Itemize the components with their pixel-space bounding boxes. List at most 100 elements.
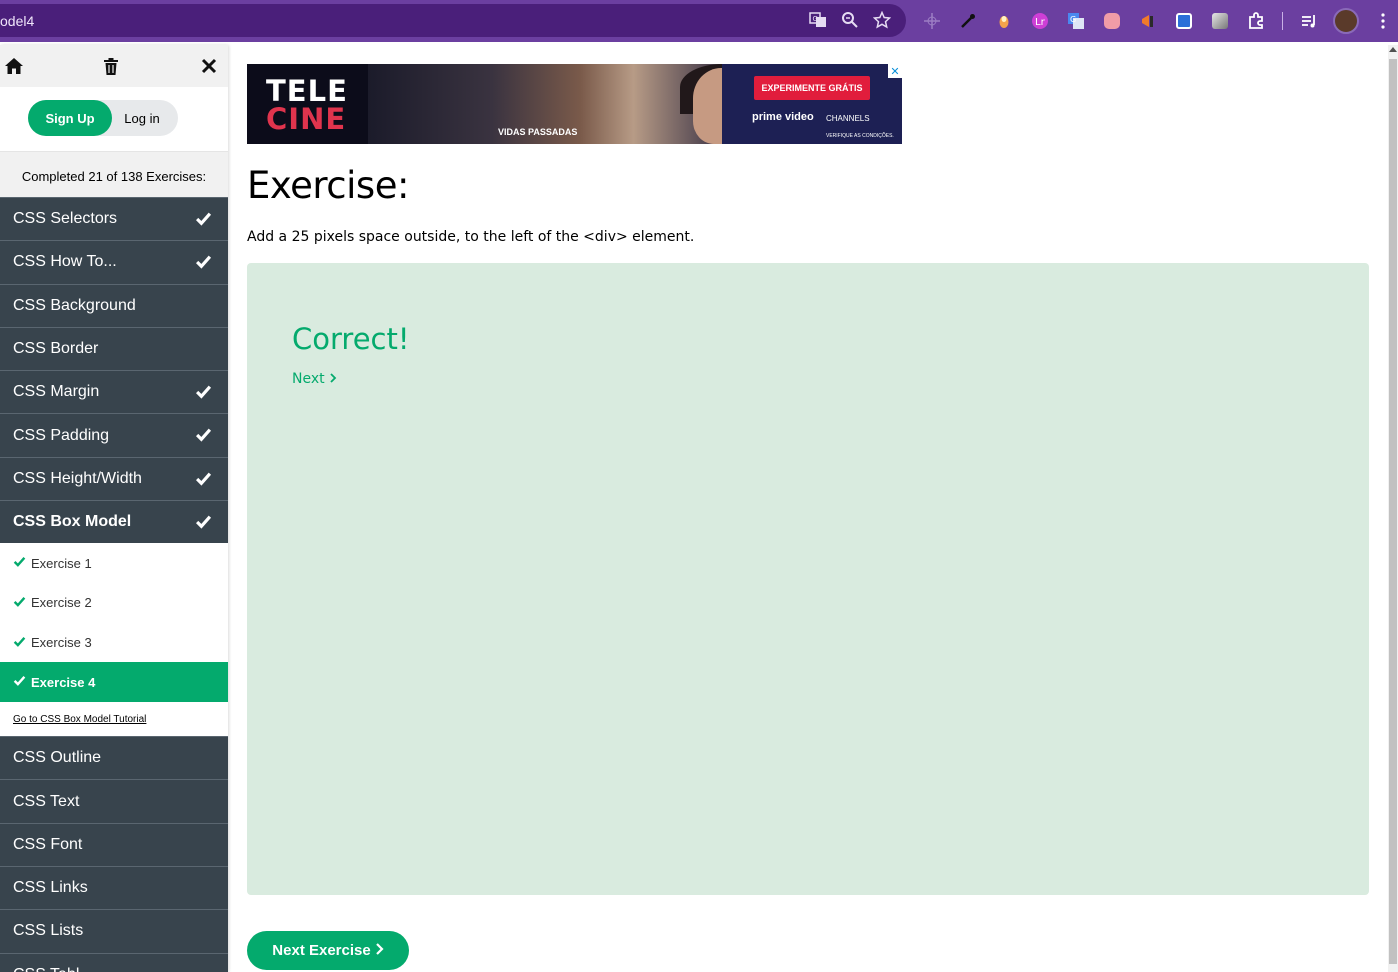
extension-crosshair-icon[interactable] [920,9,944,33]
eyedropper-icon[interactable] [956,9,980,33]
next-link[interactable]: Next [292,371,337,387]
checkmark-icon [195,383,212,405]
sidebar-item-label: CSS Tabl [13,966,79,972]
sidebar-item-label: CSS Height/Width [13,469,142,487]
sign-up-button[interactable]: Sign Up [28,100,112,136]
zoom-icon[interactable] [840,10,860,30]
checkmark-icon [13,595,26,611]
correct-message: Correct! [292,322,410,356]
sidebar-exercise-label: Exercise 2 [31,595,92,611]
sidebar-exercise-2[interactable]: Exercise 2 [0,583,228,623]
sidebar-item-css-margin[interactable]: CSS Margin [0,370,228,414]
checkmark-icon [13,635,26,651]
ad-caption: VIDAS PASSADAS [498,127,578,137]
profile-avatar[interactable] [1333,8,1359,34]
sidebar-item-label: CSS Lists [13,922,84,940]
browser-toolbar: odel4 G Lr G [0,0,1398,42]
sidebar-item-label: CSS Background [13,296,136,314]
page-scrollbar[interactable] [1388,45,1398,972]
sidebar-item-css-tabl[interactable]: CSS Tabl [0,952,228,972]
completed-count: Completed 21 of 138 Exercises: [0,151,228,197]
sidebar-exercise-label: Exercise 4 [31,674,96,690]
checkmark-icon [13,674,26,690]
ad-cta-button[interactable]: EXPERIMENTE GRÁTIS [754,76,870,100]
sidebar-item-css-links[interactable]: CSS Links [0,866,228,910]
sidebar-item-label: CSS Links [13,879,88,897]
checkmark-icon [195,470,212,492]
sidebar-item-css-outline[interactable]: CSS Outline [0,736,228,780]
ad-verify-text: VERIFIQUE AS CONDIÇÕES. [826,133,894,139]
close-icon[interactable] [197,54,221,78]
translate-icon[interactable]: G [808,10,828,30]
sidebar-item-css-background[interactable]: CSS Background [0,283,228,327]
checkmark-icon [13,555,26,571]
sidebar-exercise-4[interactable]: Exercise 4 [0,662,228,703]
ad-channels-text: CHANNELS [826,114,870,123]
next-exercise-button[interactable]: Next Exercise [247,931,409,970]
sidebar-exercise-3[interactable]: Exercise 3 [0,622,228,663]
sidebar-exercise-1[interactable]: Exercise 1 [0,543,228,584]
svg-text:Lr: Lr [1035,17,1046,28]
sidebar-item-label: CSS Padding [13,426,110,444]
sidebar-item-css-border[interactable]: CSS Border [0,326,228,371]
ad-prime-text: prime video [752,111,814,123]
advertisement-banner[interactable]: TELE CINE VIDAS PASSADAS EXPERIMENTE GRÁ… [247,64,902,144]
next-link-label: Next [292,371,325,387]
exercise-sidebar: Sign Up Log in Completed 21 of 138 Exerc… [0,45,228,972]
scroll-thumb[interactable] [1389,59,1397,964]
svg-text:G: G [813,15,818,23]
home-icon[interactable] [2,54,26,78]
sidebar-item-label: CSS How To... [13,253,117,271]
exercise-description: Add a 25 pixels space outside, to the le… [247,229,695,245]
sidebar-item-css-box-model[interactable]: CSS Box Model [0,500,228,544]
sidebar-item-label: CSS Outline [13,749,102,767]
sidebar-item-label: CSS Selectors [13,210,118,228]
ad-logo: TELE CINE [247,64,368,144]
media-queue-icon[interactable] [1297,9,1321,33]
sidebar-toolbar [0,45,228,87]
sidebar-exercise-label: Exercise 1 [31,555,92,571]
ad-close-icon[interactable]: ✕ [888,64,902,78]
sidebar-item-css-how-to[interactable]: CSS How To... [0,240,228,284]
chevron-right-icon [329,371,337,387]
sidebar-item-css-font[interactable]: CSS Font [0,822,228,867]
sidebar-item-label: CSS Margin [13,383,100,401]
chevron-right-icon [375,942,384,959]
scroll-up-arrow-icon[interactable] [1389,47,1397,52]
google-translate-icon[interactable]: G [1064,9,1088,33]
sidebar-item-css-padding[interactable]: CSS Padding [0,413,228,457]
extension-gradient-icon[interactable] [1208,9,1232,33]
extension-pocket-icon[interactable] [1100,9,1124,33]
sidebar-exercise-label: Exercise 3 [31,635,92,651]
sidebar-item-css-text[interactable]: CSS Text [0,779,228,823]
url-text[interactable]: odel4 [0,13,34,29]
extension-pink-icon[interactable]: Lr [1028,9,1052,33]
trash-icon[interactable] [99,54,123,78]
tutorial-link[interactable]: Go to CSS Box Model Tutorial [0,702,228,737]
checkmark-icon [195,513,212,535]
ad-logo-line2: CINE [266,102,347,136]
bookmark-star-icon[interactable] [872,10,892,30]
address-bar[interactable]: odel4 G [0,4,906,37]
ad-photo: VIDAS PASSADAS [368,64,772,144]
exercise-title: Exercise: [247,164,409,207]
checkmark-icon [195,210,212,232]
sidebar-item-label: CSS Text [13,792,80,810]
log-in-button[interactable]: Log in [112,100,172,136]
sidebar-item-css-selectors[interactable]: CSS Selectors [0,197,228,241]
next-exercise-label: Next Exercise [272,942,371,959]
toolbar-divider [1282,12,1283,30]
extension-megaphone-icon[interactable] [1136,9,1160,33]
menu-kebab-icon[interactable] [1371,9,1395,33]
checkmark-icon [195,253,212,275]
checkmark-icon [195,426,212,448]
sidebar-item-label: CSS Font [13,835,83,853]
extension-orange-icon[interactable] [992,9,1016,33]
auth-buttons: Sign Up Log in [0,87,228,151]
extension-lr-icon[interactable] [1172,9,1196,33]
sidebar-item-label: CSS Box Model [13,513,132,531]
extensions-puzzle-icon[interactable] [1244,9,1268,33]
sidebar-item-css-height-width[interactable]: CSS Height/Width [0,456,228,501]
svg-text:G: G [1070,15,1076,24]
sidebar-item-css-lists[interactable]: CSS Lists [0,909,228,953]
